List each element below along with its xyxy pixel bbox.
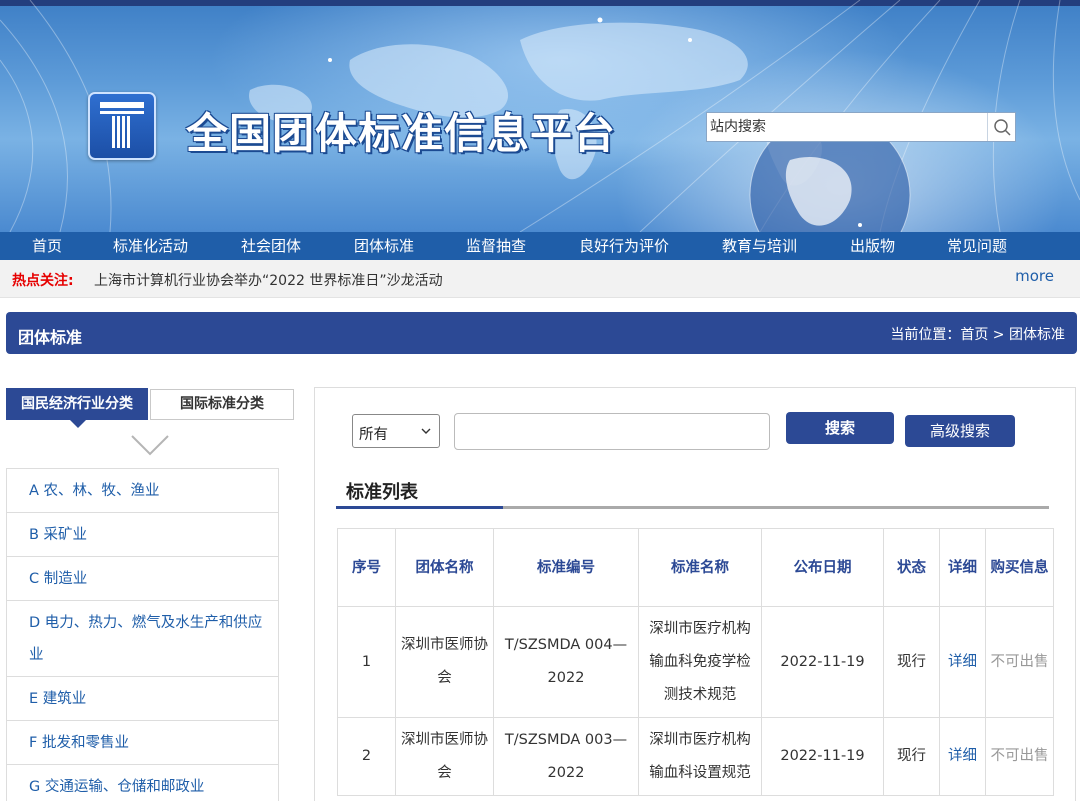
- column-header: 详细: [939, 528, 986, 607]
- category-item-c[interactable]: C 制造业: [6, 557, 279, 601]
- column-header: 序号: [337, 528, 396, 607]
- breadcrumb: 当前位置：首页 > 团体标准: [890, 327, 1065, 343]
- table-row: 1 深圳市医师协会 T/SZSMDA 004—2022 深圳市医疗机构输血科免疫…: [337, 606, 1054, 718]
- scope-select[interactable]: 所有: [352, 414, 440, 448]
- site-search-input[interactable]: [707, 113, 989, 141]
- detail-link[interactable]: 详细: [939, 717, 986, 796]
- hot-news-label: 热点关注:: [12, 273, 74, 289]
- standard-code: T/SZSMDA 003—2022: [493, 717, 639, 796]
- logo-emblem-icon: [100, 102, 144, 148]
- column-header: 公布日期: [761, 528, 884, 607]
- standard-code: T/SZSMDA 004—2022: [493, 606, 639, 718]
- site-logo[interactable]: [88, 92, 156, 160]
- nav-item-group-standards[interactable]: 团体标准: [354, 232, 414, 260]
- hot-news-link[interactable]: 上海市计算机行业协会举办“2022 世界标准日”沙龙活动: [94, 270, 443, 290]
- nav-item-supervision[interactable]: 监督抽查: [466, 232, 526, 260]
- more-link[interactable]: more: [1015, 267, 1054, 285]
- nav-item-good-behavior[interactable]: 良好行为评价: [579, 232, 669, 260]
- advanced-search-button[interactable]: 高级搜索: [905, 415, 1015, 447]
- column-header: 团体名称: [395, 528, 494, 607]
- standards-table: 序号 团体名称 标准编号 标准名称 公布日期 状态 详细 购买信息 1 深圳市医…: [337, 528, 1054, 796]
- search-icon: [994, 119, 1011, 136]
- category-item-g[interactable]: G 交通运输、仓储和邮政业: [6, 765, 279, 801]
- purchase-info: 不可出售: [985, 606, 1054, 718]
- org-name: 深圳市医师协会: [395, 717, 494, 796]
- row-number: 1: [337, 606, 396, 718]
- section-title: 团体标准: [18, 328, 83, 347]
- chevron-down-icon[interactable]: [130, 434, 170, 456]
- detail-link[interactable]: 详细: [939, 606, 986, 718]
- nav-item-home[interactable]: 首页: [32, 232, 62, 260]
- publish-date: 2022-11-19: [761, 606, 884, 718]
- nav-item-education[interactable]: 教育与培训: [722, 232, 797, 260]
- list-title-underline-accent: [336, 506, 503, 509]
- table-header-row: 序号 团体名称 标准编号 标准名称 公布日期 状态 详细 购买信息: [337, 528, 1054, 607]
- site-banner: 全国团体标准信息平台: [0, 0, 1080, 232]
- status: 现行: [883, 606, 940, 718]
- site-title: 全国团体标准信息平台: [186, 109, 617, 158]
- status: 现行: [883, 717, 940, 796]
- org-name: 深圳市医师协会: [395, 606, 494, 718]
- list-title: 标准列表: [346, 482, 418, 503]
- site-search-button[interactable]: [987, 113, 1015, 141]
- category-list: A 农、林、牧、渔业 B 采矿业 C 制造业 D 电力、热力、燃气及水生产和供应…: [6, 468, 279, 801]
- category-item-f[interactable]: F 批发和零售业: [6, 721, 279, 765]
- standard-name: 深圳市医疗机构输血科免疫学检测技术规范: [638, 606, 762, 718]
- scope-select-value: 所有: [359, 427, 388, 443]
- site-search: [706, 112, 1016, 142]
- section-header: 团体标准 当前位置：首页 > 团体标准: [6, 312, 1077, 354]
- hot-news-bar: 热点关注: 上海市计算机行业协会举办“2022 世界标准日”沙龙活动 more: [0, 260, 1080, 298]
- category-item-b[interactable]: B 采矿业: [6, 513, 279, 557]
- category-item-d[interactable]: D 电力、热力、燃气及水生产和供应业: [6, 601, 279, 677]
- column-header: 状态: [883, 528, 940, 607]
- nav-item-publications[interactable]: 出版物: [850, 232, 895, 260]
- column-header: 购买信息: [985, 528, 1054, 607]
- tab-international-classification[interactable]: 国际标准分类: [150, 389, 294, 420]
- keyword-input[interactable]: [454, 413, 770, 450]
- column-header: 标准名称: [638, 528, 762, 607]
- purchase-info: 不可出售: [985, 717, 1054, 796]
- tab-industry-classification[interactable]: 国民经济行业分类: [6, 388, 148, 420]
- table-row: 2 深圳市医师协会 T/SZSMDA 003—2022 深圳市医疗机构输血科设置…: [337, 717, 1054, 796]
- row-number: 2: [337, 717, 396, 796]
- publish-date: 2022-11-19: [761, 717, 884, 796]
- main-nav: 首页 标准化活动 社会团体 团体标准 监督抽查 良好行为评价 教育与培训 出版物…: [0, 232, 1080, 260]
- nav-item-faq[interactable]: 常见问题: [947, 232, 1007, 260]
- nav-item-standardization[interactable]: 标准化活动: [113, 232, 188, 260]
- category-item-e[interactable]: E 建筑业: [6, 677, 279, 721]
- chevron-down-icon: [421, 428, 431, 434]
- column-header: 标准编号: [493, 528, 639, 607]
- active-tab-pointer: [70, 420, 86, 428]
- nav-item-social-groups[interactable]: 社会团体: [241, 232, 301, 260]
- category-item-a[interactable]: A 农、林、牧、渔业: [6, 469, 279, 513]
- standard-name: 深圳市医疗机构输血科设置规范: [638, 717, 762, 796]
- search-button[interactable]: 搜索: [786, 412, 894, 444]
